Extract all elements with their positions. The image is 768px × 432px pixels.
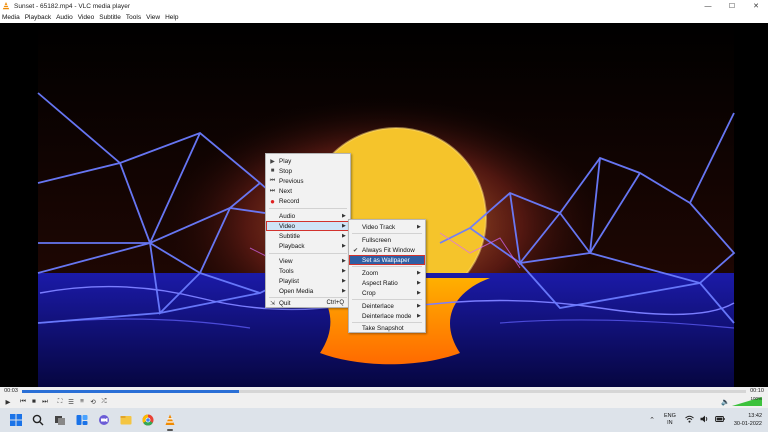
windows-start-icon[interactable] [8,412,24,428]
volume-percent: 100% [750,396,762,401]
next-icon: ⏭ [269,187,276,194]
battery-icon[interactable] [714,416,725,424]
sub-aspect-ratio[interactable]: Aspect Ratio ▶ [349,278,425,288]
sub-video-track[interactable]: Video Track ▶ [349,222,425,232]
system-tray: ⌃ ENG IN 13:42 30-01-2022 [646,408,762,432]
speaker-icon: 🔈 [721,398,730,406]
ctx-previous[interactable]: ⏮ Previous [266,176,350,186]
menu-bar: Media Playback Audio Video Subtitle Tool… [0,12,768,23]
shuffle-button[interactable]: ⤮ [99,397,109,407]
ctx-playlist[interactable]: Playlist ▶ [266,276,350,286]
next-button[interactable]: ⏭ [40,397,50,407]
windows-taskbar: ⌃ ENG IN 13:42 30-01-2022 [0,408,768,432]
sub-set-as-wallpaper[interactable]: Set as Wallpaper [349,255,425,265]
sub-take-snapshot[interactable]: Take Snapshot [349,323,425,333]
sub-always-fit-window[interactable]: ✔ Always Fit Window [349,245,425,255]
task-view-icon[interactable] [52,412,68,428]
seek-bar[interactable] [22,389,746,393]
ctx-quit[interactable]: ⇲ Quit Ctrl+Q [266,298,350,308]
menu-separator [352,233,422,234]
menu-view[interactable]: View [146,14,160,21]
ctx-tools[interactable]: Tools ▶ [266,266,350,276]
total-time: 00:10 [750,388,764,394]
loop-button[interactable]: ⟲ [88,397,98,407]
play-button[interactable]: ▶ [3,397,13,407]
close-button[interactable]: ✕ [744,0,768,12]
checkmark-icon: ✔ [352,247,359,254]
menu-separator [269,253,347,254]
minimize-button[interactable]: — [696,0,720,12]
search-icon[interactable] [30,412,46,428]
submenu-arrow-icon: ▶ [417,303,421,309]
menu-audio[interactable]: Audio [56,14,73,21]
menu-media[interactable]: Media [2,14,20,21]
record-icon: ● [270,196,275,206]
playlist-button[interactable]: ≡ [77,397,87,407]
video-submenu: Video Track ▶ Fullscreen ✔ Always Fit Wind… [348,219,426,333]
sub-zoom[interactable]: Zoom ▶ [349,268,425,278]
wifi-icon[interactable] [685,415,694,425]
ctx-playback[interactable]: Playback ▶ [266,241,350,251]
extended-settings-button[interactable]: ☰ [66,397,76,407]
show-hidden-icons-chevron-icon[interactable]: ⌃ [649,416,655,424]
clock[interactable]: 13:42 30-01-2022 [734,412,762,428]
sub-deinterlace-mode[interactable]: Deinterlace mode ▶ [349,311,425,321]
volume-slider[interactable]: 100% [732,396,762,406]
submenu-arrow-icon: ▶ [417,280,421,286]
window-title: Sunset - 65182.mp4 - VLC media player [14,2,130,10]
ctx-record[interactable]: ● Record [266,196,350,206]
menu-separator [352,299,422,300]
chat-icon[interactable] [96,412,112,428]
widgets-icon[interactable] [74,412,90,428]
volume-tray-icon[interactable] [700,415,709,425]
menu-subtitle[interactable]: Subtitle [99,14,121,21]
sub-deinterlace[interactable]: Deinterlace ▶ [349,301,425,311]
seek-row: 00:03 00:10 [0,387,768,395]
control-bar: ▶ ⏮ ■ ⏭ ⛶ ☰ ≡ ⟲ ⤮ 🔈 100% [0,395,768,408]
submenu-arrow-icon: ▶ [417,270,421,276]
vlc-taskbar-icon[interactable] [162,412,178,431]
menu-separator [269,208,347,209]
menu-tools[interactable]: Tools [126,14,141,21]
seek-progress [22,389,240,393]
play-icon: ▶ [270,158,275,165]
previous-icon: ⏮ [269,177,276,184]
menu-playback[interactable]: Playback [25,14,51,21]
vlc-cone-icon [2,2,10,10]
stop-button[interactable]: ■ [29,397,39,407]
menu-help[interactable]: Help [165,14,178,21]
ctx-subtitle[interactable]: Subtitle ▶ [266,231,350,241]
fullscreen-button[interactable]: ⛶ [55,397,65,407]
menu-video[interactable]: Video [78,14,95,21]
title-bar: Sunset - 65182.mp4 - VLC media player — … [0,0,768,12]
language-indicator[interactable]: ENG IN [664,413,676,427]
quit-icon: ⇲ [269,300,276,307]
sub-crop[interactable]: Crop ▶ [349,288,425,298]
ctx-stop[interactable]: ■ Stop [266,166,350,176]
ctx-video[interactable]: Video ▶ [266,221,350,231]
ctx-next[interactable]: ⏭ Next [266,186,350,196]
ctx-audio[interactable]: Audio ▶ [266,211,350,221]
context-menu: ▶ Play ■ Stop ⏮ Previous ⏭ Next ● Record Audi… [265,153,351,308]
stop-icon: ■ [270,168,275,174]
file-explorer-icon[interactable] [118,412,134,428]
sub-fullscreen[interactable]: Fullscreen [349,235,425,245]
volume-control[interactable]: 🔈 100% [721,396,762,406]
menu-separator [352,266,422,267]
video-display[interactable]: ▶ Play ■ Stop ⏮ Previous ⏭ Next ● Record Audi… [0,23,768,387]
chrome-icon[interactable] [140,412,156,428]
maximize-button[interactable]: ☐ [720,0,744,12]
ctx-view[interactable]: View ▶ [266,256,350,266]
submenu-arrow-icon: ▶ [417,290,421,296]
submenu-arrow-icon: ▶ [417,313,421,319]
submenu-arrow-icon: ▶ [417,224,421,230]
ctx-open-media[interactable]: Open Media ▶ [266,286,350,296]
previous-button[interactable]: ⏮ [18,397,28,407]
ctx-play[interactable]: ▶ Play [266,156,350,166]
elapsed-time: 00:03 [4,388,18,394]
